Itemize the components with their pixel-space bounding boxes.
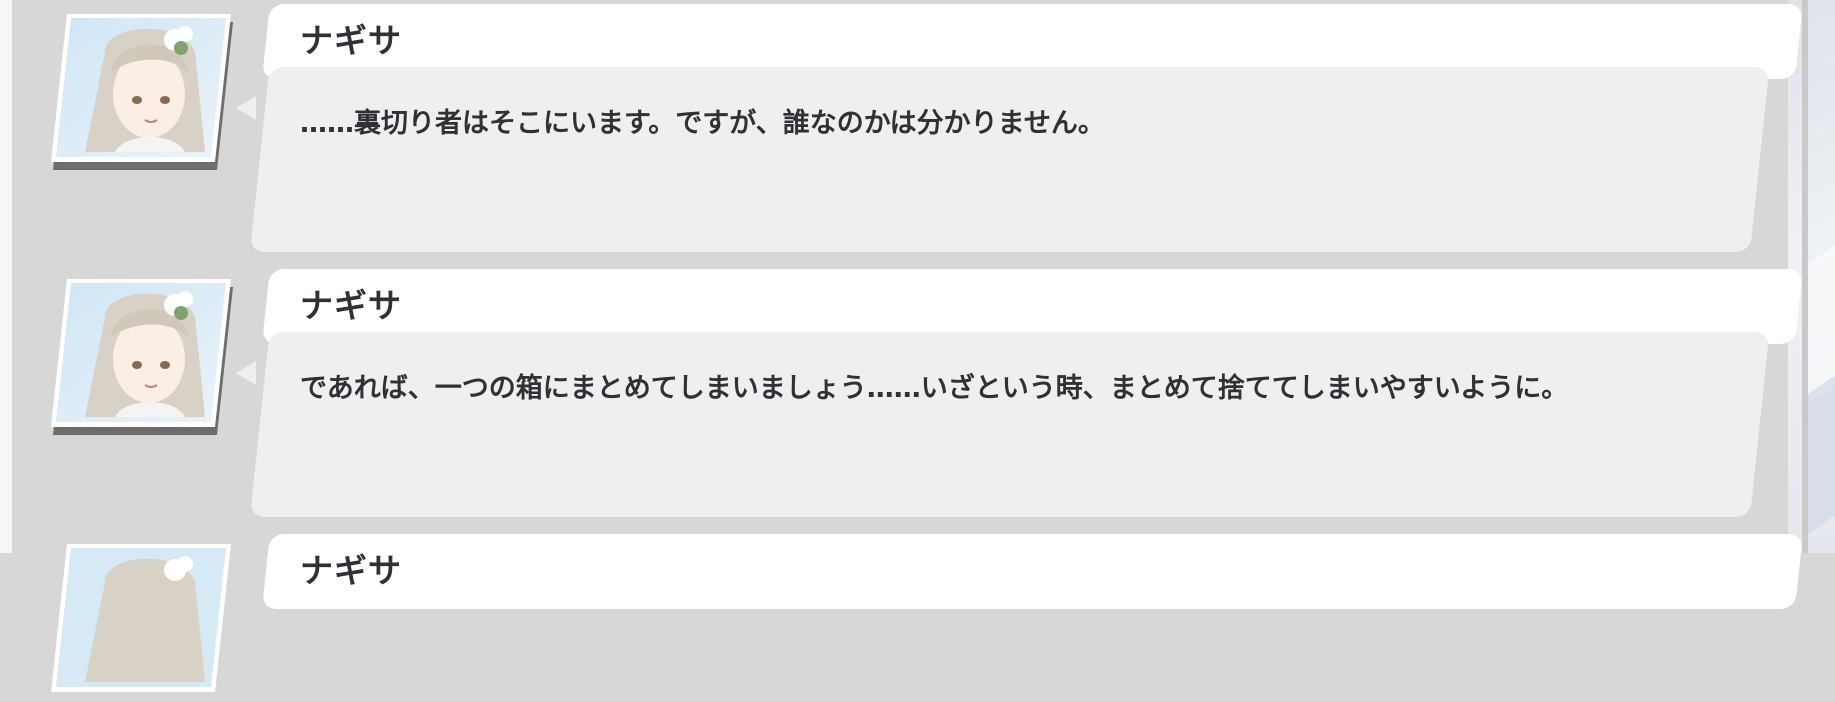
character-portrait-icon bbox=[45, 277, 235, 437]
bubble-pointer bbox=[236, 361, 256, 385]
character-portrait-icon bbox=[45, 542, 235, 702]
left-edge bbox=[0, 0, 12, 553]
dialogue-text: であれば、一つの箱にまとめてしまいましょう……いざという時、まとめて捨ててしまい… bbox=[300, 373, 1569, 404]
speaker-name: ナギサ bbox=[300, 286, 402, 325]
background-shard bbox=[1808, 365, 1835, 535]
character-portrait-icon bbox=[45, 12, 235, 172]
dialogue-text: ……裏切り者はそこにいます。ですが、誰なのかは分かりません。 bbox=[300, 108, 1105, 139]
dialogue-bubble bbox=[250, 67, 1770, 252]
speaker-name-bar bbox=[262, 534, 1803, 609]
dialogue-bubble bbox=[250, 332, 1770, 517]
speaker-name: ナギサ bbox=[300, 551, 402, 590]
bubble-pointer bbox=[236, 96, 256, 120]
speaker-name: ナギサ bbox=[300, 21, 402, 60]
